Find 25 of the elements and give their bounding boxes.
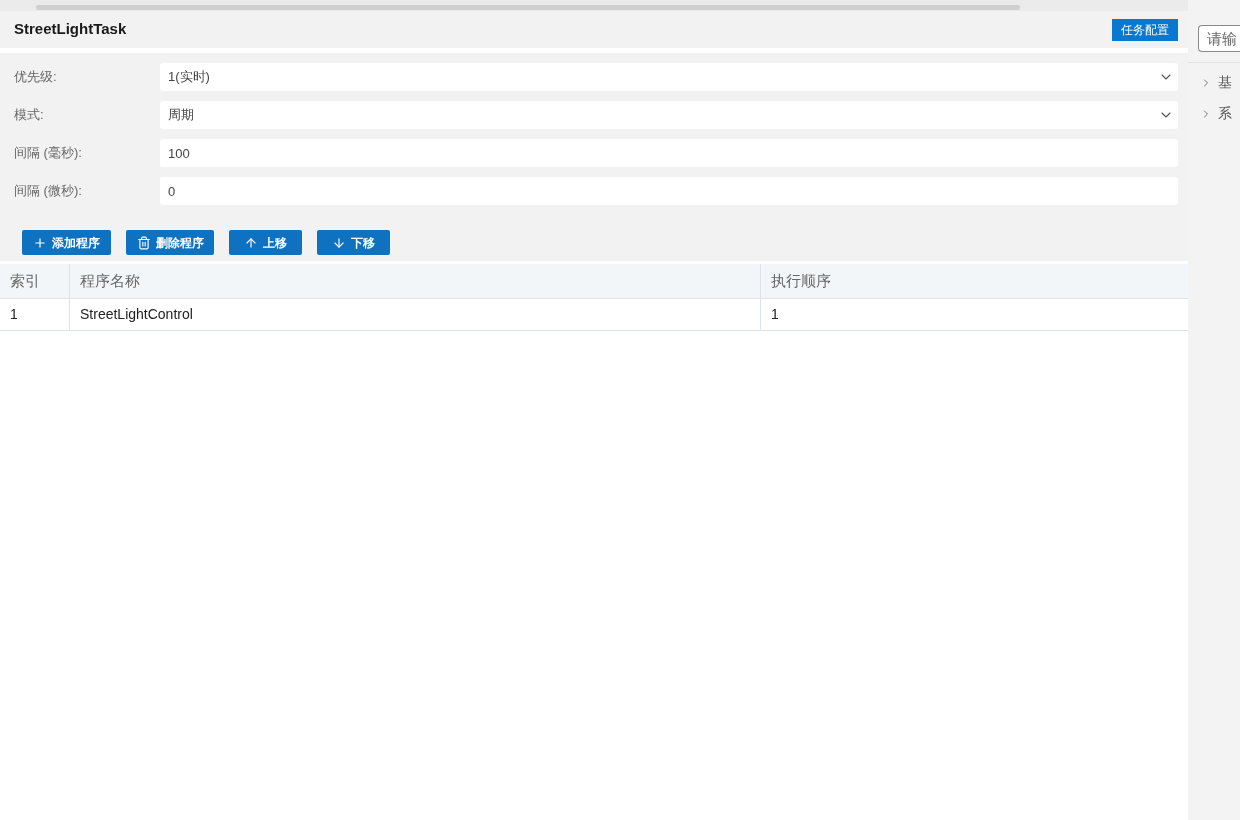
- toolbar-button[interactable]: 删除程序: [126, 230, 214, 255]
- column-header: 索引: [9, 270, 41, 291]
- horizontal-scrollbar[interactable]: [36, 5, 1020, 10]
- select-field[interactable]: 周期: [160, 101, 1178, 129]
- select-field[interactable]: 1(实时): [160, 63, 1178, 91]
- toolbar-button[interactable]: 下移: [317, 230, 390, 255]
- trash-icon: [136, 235, 151, 250]
- field-label: 间隔 (毫秒):: [14, 144, 83, 163]
- input-field[interactable]: 100: [160, 139, 1178, 167]
- column-header: 程序名称: [69, 264, 760, 298]
- field-label: 间隔 (微秒):: [14, 182, 83, 201]
- task-config-button[interactable]: 任务配置: [1112, 18, 1178, 41]
- plus-icon: [33, 235, 47, 250]
- table-cell-text: 1: [9, 305, 19, 324]
- input-field[interactable]: 0: [160, 177, 1178, 205]
- tree-item[interactable]: 系: [1188, 98, 1240, 129]
- arrow-down-icon: [332, 235, 346, 250]
- field-label: 模式:: [14, 106, 45, 125]
- field-label: 优先级:: [14, 68, 58, 87]
- toolbar-button[interactable]: 添加程序: [22, 230, 111, 255]
- panel-title: StreetLightTask: [14, 19, 127, 40]
- toolbar-button[interactable]: 上移: [229, 230, 302, 255]
- search-field[interactable]: 请输: [1198, 25, 1240, 52]
- tree-item[interactable]: 基: [1188, 67, 1240, 98]
- table-cell: StreetLightControl: [69, 299, 760, 330]
